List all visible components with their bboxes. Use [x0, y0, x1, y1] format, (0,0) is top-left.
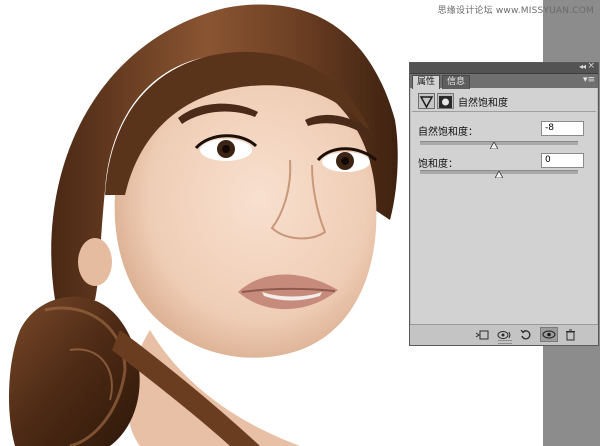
collapse-icon[interactable]: ◂◂ [579, 62, 586, 71]
visibility-icon[interactable] [540, 327, 558, 342]
tab-info[interactable]: 信息 [442, 75, 471, 89]
close-icon[interactable]: × [587, 61, 595, 71]
vibrance-input[interactable]: -8 [541, 121, 584, 136]
panel-menu-icon[interactable]: ▾≡ [583, 75, 595, 85]
watermark-text: 思缘设计论坛 www.MISSYUAN.COM [437, 6, 594, 16]
saturation-label: 饱和度： [418, 159, 458, 170]
adjustment-title: 自然饱和度 [458, 98, 508, 109]
panel-topbar[interactable]: ◂◂ × [410, 61, 598, 74]
layer-mask-icon[interactable] [437, 93, 454, 109]
header-divider [412, 111, 596, 112]
properties-panel[interactable]: ◂◂ × 属性 信息 ▾≡ 自然饱和度 自然饱和度： -8 饱和度： 0 [409, 61, 599, 346]
tab-properties[interactable]: 属性 [412, 75, 441, 89]
clip-to-layer-icon[interactable] [474, 328, 490, 341]
vibrance-adjustment-icon[interactable] [418, 93, 435, 109]
vibrance-slider-thumb[interactable] [490, 142, 499, 149]
delete-icon[interactable] [562, 328, 578, 341]
panel-tabbar: 属性 信息 ▾≡ [410, 74, 598, 89]
panel-bottom-bar [410, 324, 598, 345]
adjustment-header: 自然饱和度 [410, 89, 598, 111]
vibrance-label: 自然饱和度： [418, 127, 478, 138]
panel-resize-grip[interactable] [498, 340, 512, 344]
reset-icon[interactable] [518, 328, 534, 341]
saturation-input[interactable]: 0 [541, 153, 584, 168]
vibrance-slider-track[interactable] [420, 141, 578, 145]
saturation-slider-thumb[interactable] [495, 171, 503, 178]
